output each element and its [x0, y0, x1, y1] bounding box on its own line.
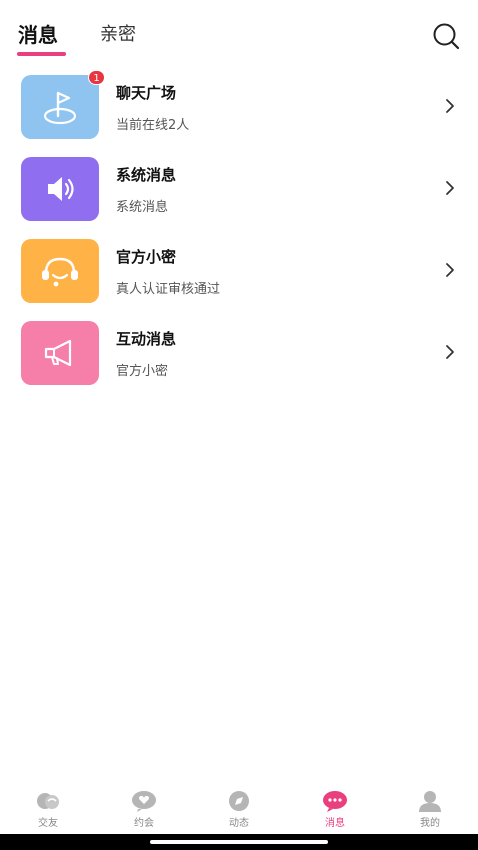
- profile-icon: [419, 791, 441, 812]
- list-item-official-assistant[interactable]: 官方小密 真人认证审核通过: [0, 234, 478, 316]
- home-indicator[interactable]: [150, 840, 328, 844]
- tabbar-item-friends[interactable]: 交友: [18, 786, 78, 834]
- compass-icon: [229, 791, 249, 811]
- tab-intimate[interactable]: 亲密: [100, 22, 136, 48]
- tabbar-label: 动态: [229, 818, 249, 829]
- message-list: 1 聊天广场 当前在线2人 系统消息 系统消息 官方小密 真人认证审核通过 互动…: [0, 70, 478, 398]
- tabbar-item-moments[interactable]: 动态: [209, 786, 269, 834]
- headset-icon: [42, 257, 78, 287]
- megaphone-icon: [44, 339, 72, 367]
- item-title: 官方小密: [116, 248, 177, 266]
- chevron-right-icon: [446, 181, 454, 195]
- top-header: 消息 亲密: [0, 0, 478, 62]
- item-subtitle: 官方小密: [116, 364, 169, 379]
- chevron-right-icon: [446, 263, 454, 277]
- list-item-chat-square[interactable]: 1 聊天广场 当前在线2人: [0, 70, 478, 152]
- speaker-icon: [48, 177, 74, 201]
- bottom-tab-bar: 交友 约会 动态 消息 我的: [0, 786, 478, 834]
- list-item-system-messages[interactable]: 系统消息 系统消息: [0, 152, 478, 234]
- item-subtitle: 真人认证审核通过: [116, 282, 221, 297]
- tabbar-label: 我的: [420, 818, 440, 829]
- tabbar-label: 约会: [134, 818, 154, 829]
- tabbar-item-messages[interactable]: 消息: [305, 786, 365, 834]
- tabbar-label: 交友: [38, 818, 58, 829]
- flag-icon: [43, 91, 77, 125]
- list-item-interaction-messages[interactable]: 互动消息 官方小密: [0, 316, 478, 398]
- item-title: 聊天广场: [116, 84, 177, 102]
- item-subtitle: 当前在线2人: [116, 118, 190, 133]
- tabbar-item-profile[interactable]: 我的: [400, 786, 460, 834]
- item-subtitle: 系统消息: [116, 200, 169, 215]
- chevron-right-icon: [446, 345, 454, 359]
- item-title: 互动消息: [116, 330, 177, 348]
- tabbar-item-dating[interactable]: 约会: [114, 786, 174, 834]
- item-title: 系统消息: [116, 166, 177, 184]
- official-assistant-tile: [21, 239, 99, 303]
- active-tab-indicator: [17, 52, 66, 56]
- chat-square-tile: [21, 75, 99, 139]
- tabbar-label: 消息: [325, 818, 345, 829]
- friends-icon: [37, 793, 59, 809]
- tab-messages[interactable]: 消息: [18, 22, 58, 48]
- system-home-bar: [0, 834, 478, 850]
- search-icon[interactable]: [432, 22, 460, 50]
- interaction-messages-tile: [21, 321, 99, 385]
- heart-chat-icon: [132, 791, 156, 812]
- message-icon: [323, 791, 347, 812]
- system-messages-tile: [21, 157, 99, 221]
- chevron-right-icon: [446, 99, 454, 113]
- unread-badge: 1: [88, 70, 105, 85]
